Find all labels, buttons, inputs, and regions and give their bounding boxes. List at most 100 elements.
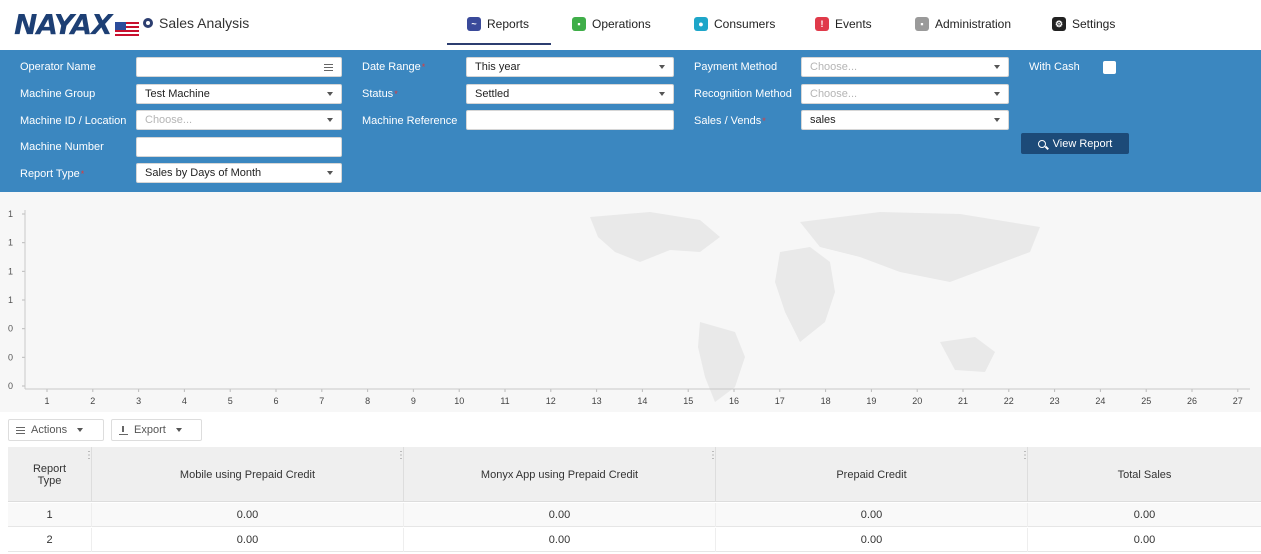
x-tick-label: 13 [592, 396, 602, 406]
x-tick-label: 8 [365, 396, 370, 406]
x-tick-label: 25 [1141, 396, 1151, 406]
nav-administration-label: Administration [935, 17, 1012, 31]
list-icon[interactable] [324, 63, 333, 71]
x-tick-label: 20 [912, 396, 922, 406]
table-cell: 1 [8, 503, 92, 527]
machine-id-select[interactable]: Choose... [136, 110, 342, 130]
operator-name-input[interactable] [136, 57, 342, 77]
nav-events[interactable]: ! Events [815, 10, 872, 38]
column-header-monyx-prepaid[interactable]: Monyx App using Prepaid Credit ⋮ [404, 447, 718, 502]
view-report-button[interactable]: View Report [1021, 133, 1129, 154]
y-tick-label: 1 [8, 295, 13, 305]
world-map-watermark [590, 212, 1040, 402]
column-menu-icon[interactable]: ⋮ [1020, 451, 1030, 461]
events-icon: ! [815, 17, 829, 31]
x-tick-label: 16 [729, 396, 739, 406]
machine-number-label: Machine Number [20, 141, 104, 153]
table-row[interactable]: 1 0.00 0.00 0.00 0.00 [8, 503, 1261, 527]
nav-settings-label: Settings [1072, 17, 1116, 31]
x-tick-label: 18 [821, 396, 831, 406]
nav-administration[interactable]: ▪ Administration [915, 10, 1011, 38]
column-header-label: Prepaid Credit [836, 468, 907, 481]
y-tick-label: 0 [8, 381, 13, 391]
date-range-select[interactable]: This year [466, 57, 674, 77]
y-tick-label: 0 [8, 352, 13, 362]
logo-text: NAYAX [14, 7, 113, 41]
table-row[interactable]: 2 0.00 0.00 0.00 0.00 [8, 528, 1261, 552]
machine-number-input[interactable] [136, 137, 342, 157]
table-cell: 2 [8, 528, 92, 552]
date-range-label-text: Date Range [362, 61, 421, 73]
status-label: Status* [362, 87, 398, 101]
actions-button[interactable]: Actions [8, 419, 104, 441]
menu-icon [16, 426, 25, 434]
column-menu-icon[interactable]: ⋮ [396, 451, 406, 461]
required-mark: * [421, 62, 426, 72]
y-tick-label: 1 [8, 266, 13, 276]
operator-name-label: Operator Name [20, 61, 96, 73]
chart-canvas: 1111000 1 2 3 4 5 6 7 8 9 10 11 12 13 14 15 16 17 18 19 20 2… [8, 209, 1250, 406]
machine-group-label: Machine Group [20, 88, 96, 100]
chevron-down-icon [659, 65, 665, 69]
column-header-total-sales[interactable]: Total Sales [1028, 447, 1261, 502]
sales-vends-value: sales [810, 114, 836, 126]
y-axis: 1 1 1 1 0 0 0 [8, 209, 25, 391]
x-tick-label: 23 [1050, 396, 1060, 406]
sales-vends-label: Sales / Vends* [694, 114, 766, 128]
nav-settings[interactable]: ⚙ Settings [1052, 10, 1115, 38]
y-tick-label: 0 [8, 324, 13, 334]
consumers-icon: ● [694, 17, 708, 31]
x-tick-label: 7 [319, 396, 324, 406]
recognition-method-select[interactable]: Choose... [801, 84, 1009, 104]
app-icon [143, 18, 153, 28]
sales-vends-label-text: Sales / Vends [694, 115, 762, 127]
column-header-mobile-prepaid[interactable]: Mobile using Prepaid Credit ⋮ [92, 447, 406, 502]
column-header-label: Mobile using Prepaid Credit [179, 468, 316, 481]
machine-group-value: Test Machine [145, 88, 210, 100]
with-cash-checkbox[interactable] [1103, 61, 1116, 74]
status-label-text: Status [362, 88, 394, 100]
machine-reference-input[interactable] [466, 110, 674, 130]
sales-vends-select[interactable]: sales [801, 110, 1009, 130]
x-tick-label: 10 [454, 396, 464, 406]
table-cell: 0.00 [1133, 509, 1156, 521]
machine-reference-label: Machine Reference [362, 115, 458, 127]
sales-chart: 1111000 1 2 3 4 5 6 7 8 9 10 11 12 13 14 15 16 17 18 19 20 2… [0, 192, 1261, 412]
nav-reports[interactable]: ~ Reports [446, 10, 552, 45]
settings-icon: ⚙ [1052, 17, 1066, 31]
report-type-label-text: Report Type [20, 168, 80, 180]
y-tick-label: 1 [8, 209, 13, 219]
required-mark: * [762, 116, 766, 126]
column-header-prepaid-credit[interactable]: Prepaid Credit ⋮ [716, 447, 1030, 502]
column-menu-icon[interactable]: ⋮ [708, 451, 718, 461]
us-flag-icon[interactable] [114, 22, 139, 36]
x-tick-label: 5 [228, 396, 233, 406]
table-cell: 0.00 [92, 528, 404, 552]
x-tick-label: 26 [1187, 396, 1197, 406]
status-select[interactable]: Settled [466, 84, 674, 104]
export-button[interactable]: Export [111, 419, 202, 441]
report-type-select[interactable]: Sales by Days of Month [136, 163, 342, 183]
view-report-label: View Report [1052, 137, 1113, 150]
payment-method-select[interactable]: Choose... [801, 57, 1009, 77]
chevron-down-icon [994, 92, 1000, 96]
column-header-report-type[interactable]: Report Type ⋮ [8, 447, 94, 502]
nav-events-label: Events [835, 17, 872, 31]
date-range-label: Date Range* [362, 60, 425, 74]
table-cell: 0.00 [1133, 534, 1156, 546]
nav-operations[interactable]: ▪ Operations [572, 10, 651, 38]
column-menu-icon[interactable]: ⋮ [84, 451, 94, 461]
recognition-method-label: Recognition Method [694, 88, 792, 100]
chevron-down-icon [327, 171, 333, 175]
machine-group-select[interactable]: Test Machine [136, 84, 342, 104]
top-bar: NAYAX Sales Analysis ~ Reports ▪ Operati… [0, 0, 1261, 48]
x-tick-label: 22 [1004, 396, 1014, 406]
chevron-down-icon [659, 92, 665, 96]
nav-reports-label: Reports [487, 17, 530, 31]
chevron-down-icon [175, 428, 182, 432]
nav-consumers[interactable]: ● Consumers [694, 10, 775, 38]
y-tick-label: 1 [8, 238, 13, 248]
report-type-value: Sales by Days of Month [145, 167, 262, 179]
nayax-logo[interactable]: NAYAX [14, 7, 139, 41]
chevron-down-icon [327, 92, 333, 96]
